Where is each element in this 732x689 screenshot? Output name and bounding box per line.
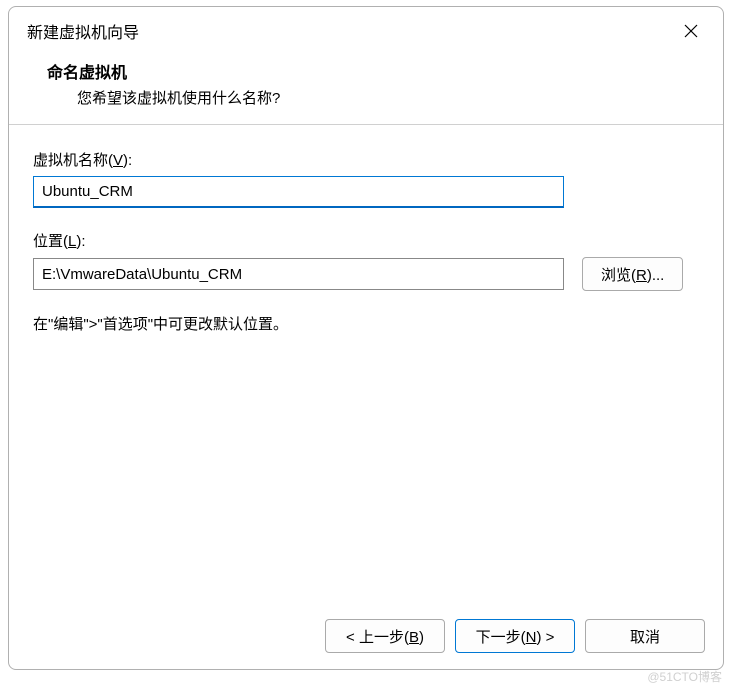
browse-button[interactable]: 浏览(R)...	[582, 257, 683, 291]
cancel-button[interactable]: 取消	[585, 619, 705, 653]
vm-name-input[interactable]	[33, 176, 564, 208]
location-input[interactable]	[33, 258, 564, 290]
vm-name-label: 虚拟机名称(V):	[33, 149, 699, 170]
location-label: 位置(L):	[33, 230, 699, 251]
wizard-dialog: 新建虚拟机向导 命名虚拟机 您希望该虚拟机使用什么名称? 虚拟机名称(V): 位…	[8, 6, 724, 670]
wizard-footer: < 上一步(B) 下一步(N) > 取消	[9, 607, 723, 669]
wizard-header: 命名虚拟机 您希望该虚拟机使用什么名称?	[9, 51, 723, 124]
next-button[interactable]: 下一步(N) >	[455, 619, 575, 653]
wizard-step-title: 命名虚拟机	[47, 59, 705, 83]
location-row: 浏览(R)...	[33, 257, 699, 291]
back-button[interactable]: < 上一步(B)	[325, 619, 445, 653]
close-button[interactable]	[677, 17, 705, 45]
dialog-title: 新建虚拟机向导	[27, 19, 139, 43]
wizard-step-subtitle: 您希望该虚拟机使用什么名称?	[47, 87, 705, 108]
location-hint: 在"编辑">"首选项"中可更改默认位置。	[33, 313, 699, 334]
titlebar: 新建虚拟机向导	[9, 7, 723, 51]
location-field-group: 位置(L): 浏览(R)...	[33, 230, 699, 291]
wizard-content: 虚拟机名称(V): 位置(L): 浏览(R)... 在"编辑">"首选项"中可更…	[9, 125, 723, 607]
close-icon	[683, 23, 699, 39]
watermark: @51CTO博客	[647, 668, 722, 685]
vm-name-field-group: 虚拟机名称(V):	[33, 149, 699, 208]
